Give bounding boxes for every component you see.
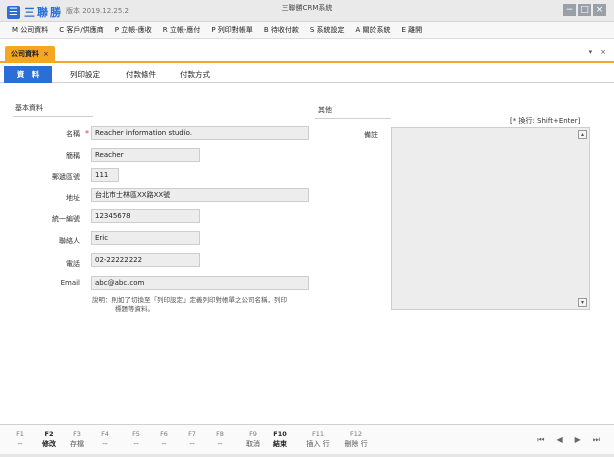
f3-key-label: F3 (73, 430, 81, 438)
f10-key-action: 結束 (273, 440, 287, 448)
email-field[interactable]: abc@abc.com (91, 276, 309, 290)
help-text-line2: 標題等資料。 (115, 305, 154, 313)
section-basic-divider (13, 116, 93, 117)
f3-key-action: 存檔 (70, 440, 84, 448)
minimize-button[interactable]: − (563, 4, 576, 16)
scroll-down-icon[interactable]: ▾ (578, 298, 587, 307)
f6-key-action: -- (161, 440, 167, 448)
close-button[interactable]: × (593, 4, 606, 16)
f10-key-label: F10 (273, 430, 287, 438)
title-bar: ☰ 三聯勝 版本 2019.12.25.2 三聯勝CRM系統 − □ × (0, 0, 614, 22)
menu-company[interactable]: M 公司資料 (12, 25, 48, 35)
f8-key[interactable]: F8 -- (207, 430, 233, 449)
menu-customer[interactable]: C 客戶/供應商 (59, 25, 103, 35)
tab-close-all-icon[interactable]: × (600, 48, 606, 56)
f4-key-action: -- (102, 440, 108, 448)
menu-payable[interactable]: R 立帳-應付 (163, 25, 201, 35)
address-label: 地址 (66, 194, 80, 202)
section-other-title: 其他 (318, 106, 332, 114)
tax-id-field[interactable]: 12345678 (91, 209, 200, 223)
subtab-payment-methods[interactable]: 付款方式 (170, 66, 220, 83)
menu-system-settings[interactable]: S 系統設定 (310, 25, 345, 35)
email-label: Email (60, 279, 80, 287)
f2-key-label: F2 (44, 430, 54, 438)
f8-key-label: F8 (216, 430, 224, 438)
newline-shortcut-hint: [* 換行: Shift+Enter] (510, 117, 581, 125)
tax-id-label: 統一編號 (52, 215, 80, 223)
menu-bar: M 公司資料 C 客戶/供應商 P 立帳-應收 R 立帳-應付 P 列印對帳單 … (0, 22, 614, 39)
first-record-icon[interactable]: ⏮ (537, 435, 544, 445)
f1-key-action: -- (17, 440, 23, 448)
contact-label: 聯絡人 (59, 237, 80, 245)
f7-key-action: -- (189, 440, 195, 448)
menu-print-statement[interactable]: P 列印對帳單 (211, 25, 252, 35)
short-name-field[interactable]: Reacher (91, 148, 200, 162)
f7-key-label: F7 (188, 430, 196, 438)
subtab-data[interactable]: 資 料 (4, 66, 52, 83)
menu-receivable[interactable]: P 立帳-應收 (115, 25, 152, 35)
tab-dropdown-icon[interactable]: ▾ (589, 48, 593, 56)
name-label: 名稱 (66, 130, 80, 138)
f12-delete-row-key[interactable]: F12 刪除 行 (340, 430, 372, 449)
f2-key-action: 修改 (42, 440, 56, 448)
f10-exit-key[interactable]: F10 結束 (267, 430, 293, 449)
tab-company-data[interactable]: 公司資料 × (5, 46, 55, 63)
f4-key[interactable]: F4 -- (92, 430, 118, 449)
last-record-icon[interactable]: ⏭ (593, 435, 600, 445)
name-field[interactable]: Reacher information studio. (91, 126, 309, 140)
subtab-payment-terms[interactable]: 付款條件 (116, 66, 166, 83)
f5-key-action: -- (133, 440, 139, 448)
f7-key[interactable]: F7 -- (179, 430, 205, 449)
tab-close-icon[interactable]: × (43, 50, 49, 58)
f12-key-label: F12 (349, 430, 362, 438)
f11-insert-row-key[interactable]: F11 插入 行 (302, 430, 334, 449)
f5-key[interactable]: F5 -- (123, 430, 149, 449)
address-field[interactable]: 台北市士林區XX路XX號 (91, 188, 309, 202)
f11-key-action: 插入 行 (306, 440, 330, 448)
help-text: 說明：則如了切換至「列印設定」定義列印對帳單之公司名稱，列印 標題等資料。 (92, 296, 314, 314)
f11-key-label: F11 (311, 430, 324, 438)
next-record-icon[interactable]: ▶ (575, 435, 581, 445)
tab-label: 公司資料 (11, 50, 39, 58)
help-text-line1: 說明：則如了切換至「列印設定」定義列印對帳單之公司名稱，列印 (92, 296, 287, 304)
menu-exit[interactable]: E 離開 (402, 25, 423, 35)
scroll-up-icon[interactable]: ▴ (578, 130, 587, 139)
f3-save-key[interactable]: F3 存檔 (64, 430, 90, 449)
f2-edit-key[interactable]: F2 修改 (36, 430, 62, 449)
menu-pending-payments[interactable]: B 待收付款 (264, 25, 299, 35)
f1-key[interactable]: F1 -- (7, 430, 33, 449)
f9-cancel-key[interactable]: F9 取消 (240, 430, 266, 449)
window-title: 三聯勝CRM系統 (281, 4, 333, 12)
postal-code-field[interactable]: 111 (91, 168, 119, 182)
f1-key-label: F1 (16, 430, 24, 438)
notes-textarea[interactable]: ▴ ▾ (391, 127, 590, 310)
f4-key-label: F4 (101, 430, 109, 438)
function-key-bar: F1 -- F2 修改 F3 存檔 F4 -- F5 -- F6 -- F7 -- F8 -- … (0, 424, 614, 454)
previous-record-icon[interactable]: ◀ (556, 435, 562, 445)
f12-key-action: 刪除 行 (344, 440, 368, 448)
phone-field[interactable]: 02-22222222 (91, 253, 200, 267)
maximize-button[interactable]: □ (578, 4, 591, 16)
f8-key-action: -- (217, 440, 223, 448)
section-other-divider (315, 118, 391, 119)
short-name-label: 簡稱 (66, 152, 80, 160)
f6-key-label: F6 (160, 430, 168, 438)
required-mark: * (85, 129, 89, 138)
subtab-print-settings[interactable]: 列印設定 (60, 66, 110, 83)
f9-key-label: F9 (249, 430, 257, 438)
f6-key[interactable]: F6 -- (151, 430, 177, 449)
notes-label: 備註 (364, 131, 378, 139)
sub-tabs: 資 料 列印設定 付款條件 付款方式 (0, 66, 614, 83)
postal-code-label: 郵遞區號 (52, 173, 80, 181)
document-tabs: 公司資料 × ▾ × (0, 44, 614, 63)
menu-about[interactable]: A 關於系統 (356, 25, 391, 35)
section-basic-title: 基本資料 (15, 104, 43, 112)
phone-label: 電話 (66, 260, 80, 268)
contact-field[interactable]: Eric (91, 231, 200, 245)
f9-key-action: 取消 (246, 440, 260, 448)
f5-key-label: F5 (132, 430, 140, 438)
